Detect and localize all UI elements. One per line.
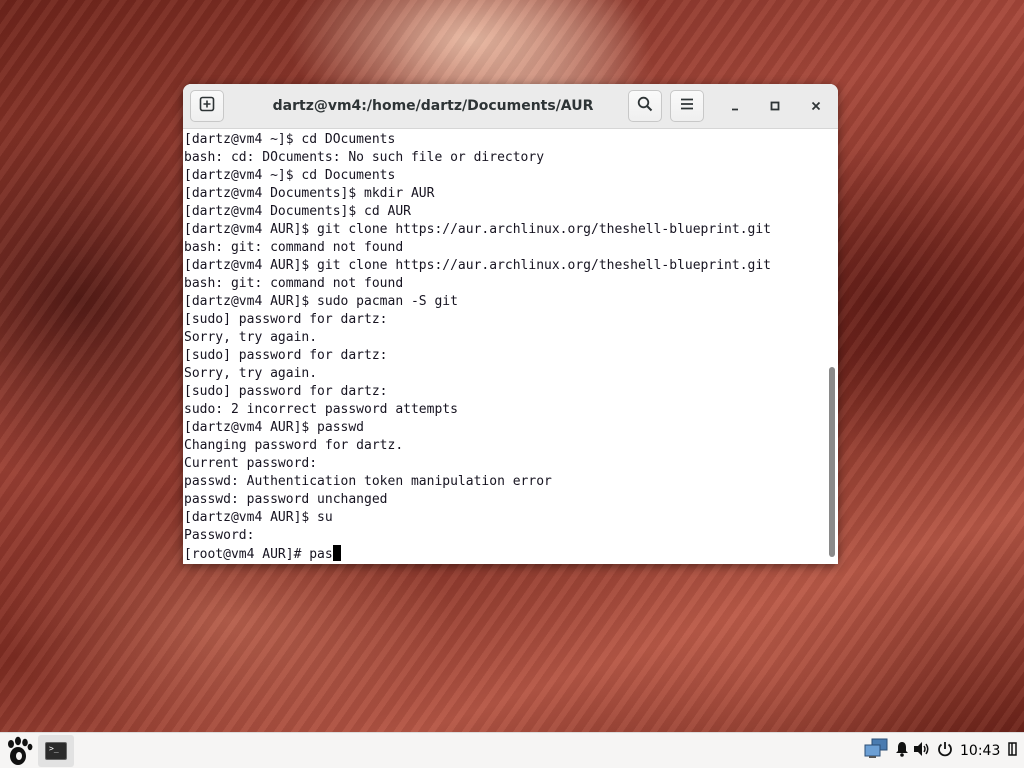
terminal-line: Changing password for dartz. [184,438,404,453]
terminal-line: passwd: Authentication token manipulatio… [184,474,552,489]
hamburger-menu-icon [679,96,695,116]
volume-button[interactable] [913,733,931,768]
terminal-line: [dartz@vm4 Documents]$ cd AUR [184,204,411,219]
show-desktop-icon [1008,741,1018,761]
show-desktop-button[interactable] [1008,733,1018,768]
text-cursor [332,545,341,561]
notifications-button[interactable] [895,733,909,768]
volume-icon [913,741,931,761]
terminal-line: bash: cd: DOcuments: No such file or dir… [184,150,545,165]
terminal-line: [sudo] password for dartz: [184,384,388,399]
window-titlebar[interactable]: dartz@vm4:/home/dartz/Documents/AUR [183,84,838,129]
close-button[interactable] [804,94,828,118]
terminal-input-line[interactable]: [root@vm4 AUR]# pas [184,545,825,563]
terminal-line: [sudo] password for dartz: [184,312,388,327]
terminal-line: [dartz@vm4 Documents]$ mkdir AUR [184,186,435,201]
minimize-button[interactable] [723,94,747,118]
scrollbar-thumb[interactable] [829,367,835,557]
minimize-icon [729,97,741,116]
terminal-line: [dartz@vm4 AUR]$ sudo pacman -S git [184,294,458,309]
maximize-icon [769,97,781,116]
terminal-line: Sorry, try again. [184,330,318,345]
power-button[interactable] [937,733,953,768]
terminal-line: [dartz@vm4 AUR]$ su [184,510,333,525]
terminal-line: [dartz@vm4 AUR]$ git clone https://aur.a… [184,222,771,237]
terminal-line: [dartz@vm4 ~]$ cd Documents [184,168,396,183]
terminal-line: Sorry, try again. [184,366,318,381]
terminal-output[interactable]: [dartz@vm4 ~]$ cd DOcuments bash: cd: DO… [183,129,825,564]
maximize-button[interactable] [763,94,787,118]
taskbar-terminal-button[interactable]: >_ [38,735,74,767]
search-button[interactable] [628,90,662,122]
window-title: dartz@vm4:/home/dartz/Documents/AUR [272,98,594,114]
clock[interactable]: 10:43 [960,733,1000,768]
terminal-line: sudo: 2 incorrect password attempts [184,402,458,417]
new-tab-button[interactable] [190,90,224,122]
bell-icon [895,741,909,761]
power-icon [937,741,953,761]
taskbar: >_ 10:43 [0,732,1024,768]
network-icon [864,738,888,764]
terminal-icon: >_ [45,742,67,760]
terminal-line: Password: [184,528,255,543]
terminal-line: Current password: [184,456,318,471]
terminal-line: [dartz@vm4 ~]$ cd DOcuments [184,132,396,147]
network-indicator[interactable] [864,733,888,768]
menu-button[interactable] [670,90,704,122]
terminal-current-input: [root@vm4 AUR]# pas [184,547,333,562]
terminal-window[interactable]: dartz@vm4:/home/dartz/Documents/AUR [dar… [183,84,838,564]
search-icon [637,96,653,116]
gnome-foot-icon [4,736,34,768]
app-menu-button[interactable] [4,735,34,767]
terminal-line: passwd: password unchanged [184,492,388,507]
close-icon [810,97,822,116]
new-tab-icon [199,96,215,116]
terminal-line: bash: git: command not found [184,276,404,291]
terminal-line: [sudo] password for dartz: [184,348,388,363]
terminal-line: [dartz@vm4 AUR]$ passwd [184,420,365,435]
terminal-line: bash: git: command not found [184,240,404,255]
terminal-scrollbar[interactable] [825,129,838,564]
terminal-line: [dartz@vm4 AUR]$ git clone https://aur.a… [184,258,771,273]
